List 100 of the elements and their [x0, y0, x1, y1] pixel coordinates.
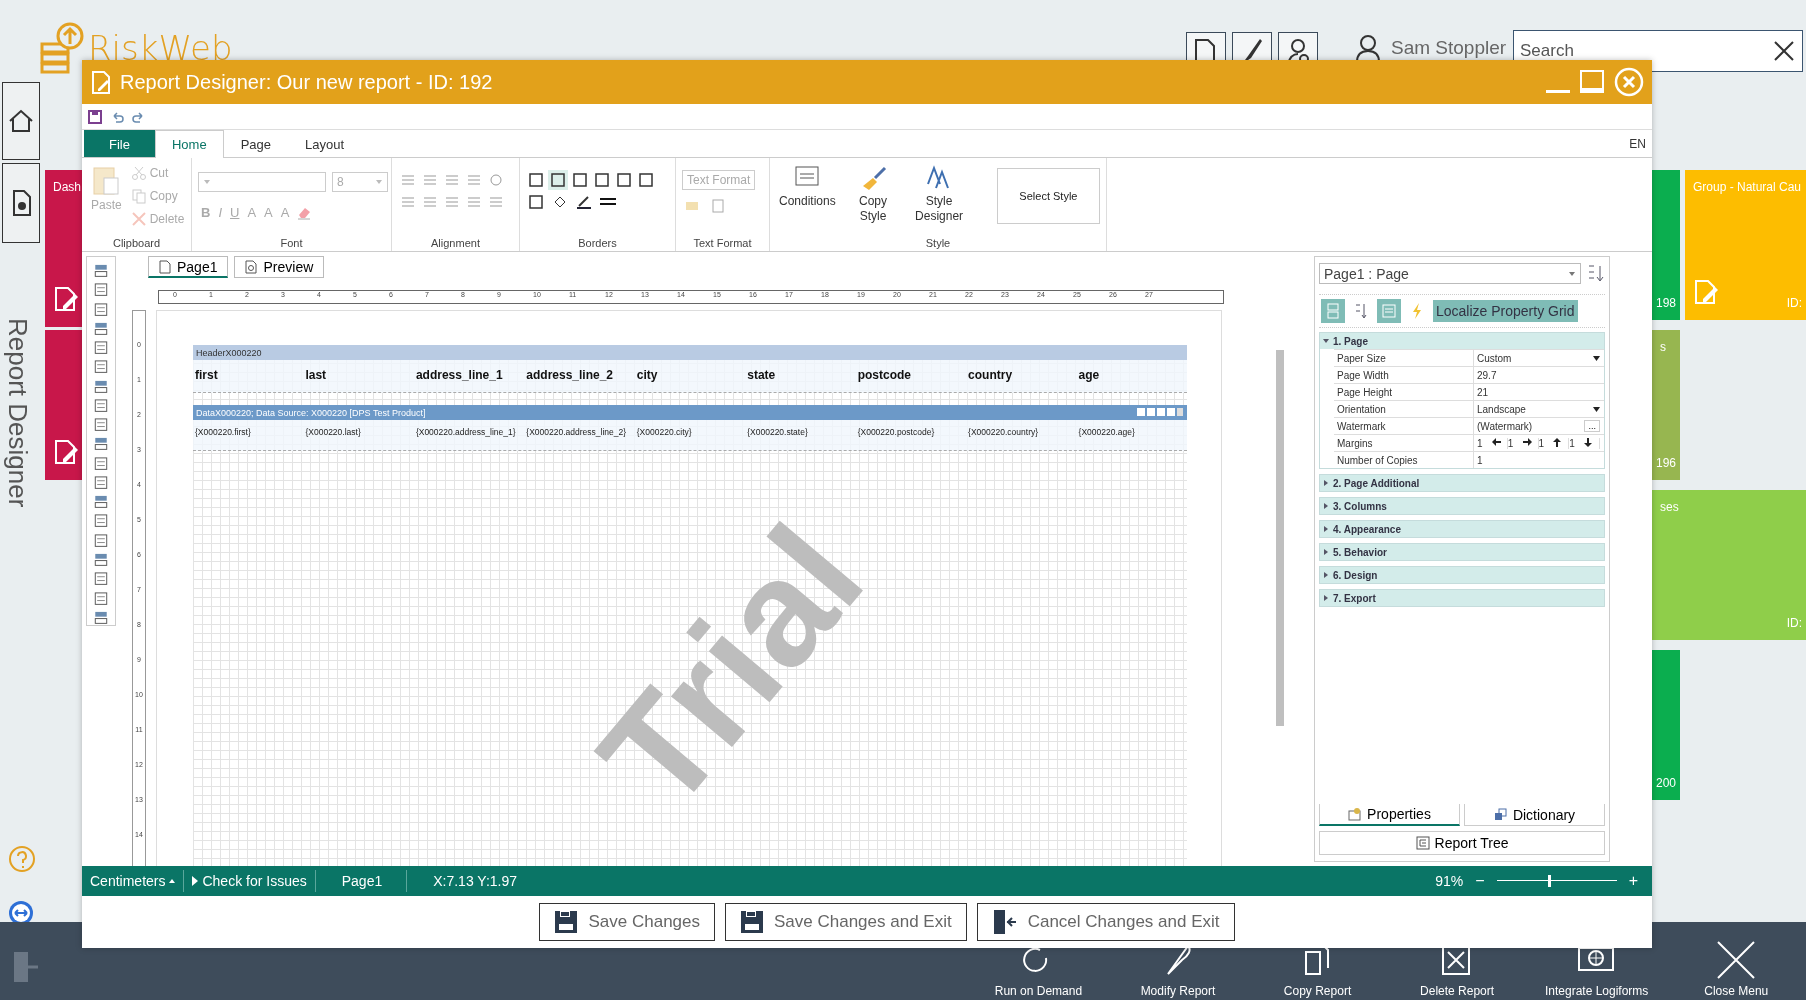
dictionary-icon [1493, 807, 1508, 822]
property-dropdown[interactable]: Landscape [1474, 401, 1604, 417]
zoom-in-button[interactable]: + [1626, 872, 1640, 890]
component-icon[interactable] [93, 359, 109, 375]
group-label: Clipboard [111, 237, 162, 249]
conditions-button[interactable]: Conditions [776, 162, 839, 237]
component-icon[interactable] [93, 552, 109, 568]
category-header[interactable]: 7. Export [1320, 590, 1604, 606]
tile-id: ID: [1786, 616, 1802, 630]
component-icon[interactable] [93, 282, 109, 298]
category-header[interactable]: 6. Design [1320, 567, 1604, 583]
tile-id: 200 [1655, 776, 1676, 790]
check-issues-button[interactable]: Check for Issues [184, 870, 316, 892]
zoom-out-button[interactable]: − [1473, 872, 1487, 890]
component-icon[interactable] [93, 436, 109, 452]
border-icon[interactable] [638, 172, 654, 188]
group-label: Style [924, 237, 952, 249]
report-tree-button[interactable]: Report Tree [1319, 831, 1605, 855]
units-dropdown[interactable]: Centimeters [82, 870, 185, 892]
component-icon[interactable] [93, 263, 109, 279]
component-icon[interactable] [93, 494, 109, 510]
component-icon[interactable] [93, 320, 109, 337]
category-header[interactable]: 2. Page Additional [1320, 475, 1604, 491]
expand-icon [1323, 526, 1329, 532]
scrollbar[interactable] [1276, 350, 1284, 726]
component-icon[interactable] [93, 417, 109, 433]
cancel-button[interactable]: Cancel Changes and Exit [976, 903, 1235, 941]
edit-icon [1693, 277, 1719, 305]
band-tools-icon[interactable] [1137, 408, 1183, 417]
data-field: {X000220.postcode} [855, 420, 967, 450]
pen-icon[interactable] [576, 194, 592, 210]
ribbon-tab[interactable]: Home [154, 130, 224, 158]
home-button[interactable] [2, 82, 40, 160]
data-field: {X000220.address_line_2} [524, 420, 635, 450]
sort-icon[interactable] [1587, 263, 1605, 284]
component-icon[interactable] [93, 340, 109, 356]
margin-value: 1 [1507, 437, 1514, 449]
copy-style-button[interactable]: Copy Style [844, 162, 902, 237]
user-icon [1355, 34, 1381, 62]
fill-icon[interactable] [552, 194, 568, 210]
designer-tab[interactable]: Preview [234, 256, 325, 278]
component-icon[interactable] [93, 301, 109, 317]
dashboard-tile[interactable] [45, 330, 82, 480]
component-icon[interactable] [93, 532, 109, 548]
localize-button[interactable]: Localize Property Grid [1433, 300, 1578, 322]
column-header: city [635, 367, 659, 384]
logo-text: RiskWeb [88, 28, 233, 68]
component-icon[interactable] [93, 378, 109, 394]
component-icon[interactable] [93, 397, 109, 414]
category-header[interactable]: 4. Appearance [1320, 521, 1604, 537]
column-header: age [1077, 367, 1101, 384]
expand-icon [1323, 503, 1329, 509]
band-header: HeaderX000220 [193, 345, 1187, 360]
save-button[interactable]: Save Changes and Exit [725, 903, 967, 941]
expand-icon [192, 876, 199, 886]
save-icon[interactable] [88, 109, 102, 124]
component-icon[interactable] [93, 474, 109, 491]
panel-tab[interactable]: Dictionary [1464, 804, 1605, 826]
preview-icon [245, 260, 258, 274]
object-selector[interactable]: Page1 : Page [1319, 263, 1581, 284]
component-icon[interactable] [93, 590, 109, 606]
panel-tab[interactable]: Properties [1319, 804, 1460, 826]
designer-tab[interactable]: Page1 [148, 256, 229, 278]
report-button[interactable] [2, 163, 40, 243]
property-value: (Watermark) [1477, 420, 1533, 432]
page-title: Report Designer [2, 318, 33, 508]
menu-button[interactable]: Copy Report [1247, 922, 1388, 1000]
style-designer-button[interactable]: Style Designer [907, 162, 971, 237]
page-icon [159, 259, 171, 274]
border-icon[interactable] [550, 172, 566, 188]
category-header[interactable]: 5. Behavior [1320, 544, 1604, 560]
border-icon[interactable] [616, 172, 632, 188]
dashboard-tile[interactable]: Dash [45, 170, 82, 327]
save-button[interactable]: Save Changes [539, 903, 715, 941]
undo-icon[interactable] [110, 109, 124, 124]
arrow-up-icon [1553, 437, 1563, 447]
border-icon[interactable] [528, 172, 544, 188]
component-icon[interactable] [93, 571, 109, 587]
select-style-box[interactable]: Select Style [996, 168, 1100, 224]
menu-button[interactable]: Integrate Logiforms [1526, 922, 1667, 1000]
category-header[interactable]: 1. Page [1320, 333, 1604, 349]
expand-icon [1323, 549, 1329, 555]
component-icon[interactable] [93, 513, 109, 529]
border-icon[interactable] [572, 172, 588, 188]
property-dropdown[interactable]: Custom [1474, 350, 1604, 366]
band-title: DataX000220; Data Source: X000220 [DPS Test Product] [196, 407, 426, 418]
tile-id: ID: [1786, 296, 1802, 310]
menu-button[interactable]: Close Menu [1666, 922, 1806, 1000]
component-icon[interactable] [93, 455, 109, 471]
close-icon[interactable] [1772, 39, 1796, 63]
ribbon-tab[interactable]: File [84, 130, 155, 157]
redo-icon[interactable] [132, 109, 146, 124]
font-field[interactable] [198, 172, 326, 192]
column-header: country [967, 367, 1014, 384]
category-header[interactable]: 3. Columns [1320, 498, 1604, 514]
border-icon[interactable] [594, 172, 610, 188]
browse-button[interactable]: ... [1584, 420, 1600, 432]
border-icon[interactable] [528, 194, 544, 210]
component-icon[interactable] [93, 609, 109, 626]
tile-label: ses [1660, 500, 1679, 514]
